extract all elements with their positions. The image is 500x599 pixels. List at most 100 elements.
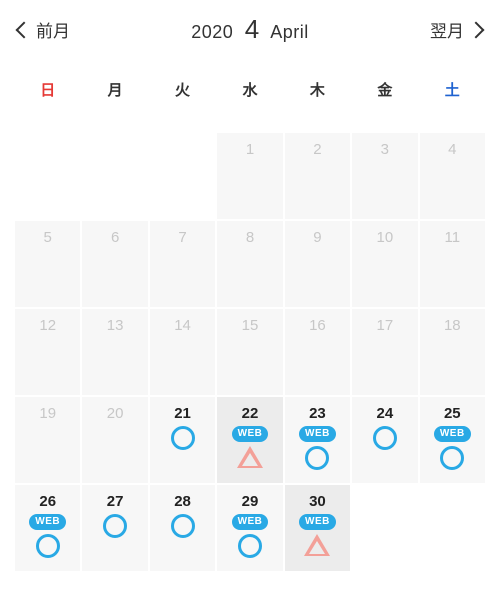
- day-number: 8: [246, 229, 254, 246]
- web-badge: WEB: [434, 426, 471, 442]
- calendar-day: 11: [419, 220, 486, 308]
- next-month-button[interactable]: 翌月: [430, 17, 482, 42]
- calendar-day[interactable]: 27: [81, 484, 148, 572]
- web-badge: WEB: [299, 514, 336, 530]
- month-name: April: [270, 22, 309, 42]
- month-nav: 前月 2020 4 April 翌月: [0, 0, 500, 55]
- calendar-day: 14: [149, 308, 216, 396]
- calendar-day: 7: [149, 220, 216, 308]
- circle-icon: [238, 534, 262, 558]
- month-number: 4: [239, 14, 266, 44]
- calendar-day[interactable]: 25 WEB: [419, 396, 486, 484]
- day-number: 22: [242, 405, 259, 422]
- day-number: 7: [178, 229, 186, 246]
- circle-icon: [171, 514, 195, 538]
- weekday-label: 月: [81, 79, 148, 100]
- circle-icon: [36, 534, 60, 558]
- web-badge: WEB: [232, 426, 269, 442]
- calendar-day: 15: [216, 308, 283, 396]
- triangle-icon: [237, 446, 263, 468]
- next-month-label: 翌月: [430, 17, 464, 42]
- day-number: 13: [107, 317, 124, 334]
- calendar-day: 12: [14, 308, 81, 396]
- calendar-day[interactable]: 22 WEB: [216, 396, 283, 484]
- day-number: 11: [444, 229, 460, 246]
- circle-icon: [373, 426, 397, 450]
- weekday-label: 木: [284, 79, 351, 100]
- day-marks: WEB: [232, 426, 269, 468]
- prev-month-button[interactable]: 前月: [18, 17, 70, 42]
- day-number: 5: [44, 229, 52, 246]
- day-number: 3: [381, 141, 389, 158]
- calendar-day: 2: [284, 132, 351, 220]
- calendar-day[interactable]: 23 WEB: [284, 396, 351, 484]
- day-marks: WEB: [29, 514, 66, 558]
- day-number: 16: [309, 317, 326, 334]
- weekday-label: 水: [216, 79, 283, 100]
- day-number: 29: [242, 493, 259, 510]
- calendar-day: 18: [419, 308, 486, 396]
- calendar-day: [81, 132, 148, 220]
- day-number: 15: [242, 317, 259, 334]
- calendar-day[interactable]: 21: [149, 396, 216, 484]
- calendar-day[interactable]: 24: [351, 396, 418, 484]
- day-number: 18: [444, 317, 461, 334]
- weekday-label: 土: [419, 79, 486, 100]
- circle-icon: [171, 426, 195, 450]
- calendar-day: 17: [351, 308, 418, 396]
- day-number: 12: [39, 317, 56, 334]
- circle-icon: [305, 446, 329, 470]
- weekday-label: 日: [14, 79, 81, 100]
- day-number: 19: [39, 405, 56, 422]
- year-label: 2020: [191, 22, 233, 42]
- calendar-day: [351, 484, 418, 572]
- calendar-day: [149, 132, 216, 220]
- calendar-day: 19: [14, 396, 81, 484]
- day-number: 4: [448, 141, 456, 158]
- weekday-label: 金: [351, 79, 418, 100]
- day-marks: WEB: [434, 426, 471, 470]
- web-badge: WEB: [299, 426, 336, 442]
- day-marks: [171, 514, 195, 538]
- calendar-day[interactable]: 26 WEB: [14, 484, 81, 572]
- chevron-right-icon: [468, 21, 485, 38]
- day-marks: [373, 426, 397, 450]
- day-marks: [171, 426, 195, 450]
- calendar-day: 20: [81, 396, 148, 484]
- calendar-day: 6: [81, 220, 148, 308]
- day-number: 27: [107, 493, 124, 510]
- day-marks: WEB: [299, 426, 336, 470]
- day-number: 24: [377, 405, 394, 422]
- calendar-day: 16: [284, 308, 351, 396]
- calendar-day: 4: [419, 132, 486, 220]
- day-number: 23: [309, 405, 326, 422]
- calendar-day: 13: [81, 308, 148, 396]
- calendar-day[interactable]: 29 WEB: [216, 484, 283, 572]
- prev-month-label: 前月: [36, 17, 70, 42]
- day-number: 6: [111, 229, 119, 246]
- chevron-left-icon: [16, 21, 33, 38]
- day-number: 25: [444, 405, 461, 422]
- circle-icon: [103, 514, 127, 538]
- calendar-day[interactable]: 30 WEB: [284, 484, 351, 572]
- day-number: 26: [39, 493, 56, 510]
- day-number: 28: [174, 493, 191, 510]
- circle-icon: [440, 446, 464, 470]
- calendar-day: 5: [14, 220, 81, 308]
- day-marks: WEB: [299, 514, 336, 556]
- web-badge: WEB: [232, 514, 269, 530]
- web-badge: WEB: [29, 514, 66, 530]
- day-number: 2: [313, 141, 321, 158]
- calendar-grid: 12345678910111213141516171819202122WEB23…: [0, 114, 500, 572]
- day-marks: [103, 514, 127, 538]
- day-number: 1: [246, 141, 254, 158]
- calendar-day[interactable]: 28: [149, 484, 216, 572]
- current-month-display: 2020 4 April: [191, 14, 309, 45]
- calendar-day: 1: [216, 132, 283, 220]
- day-marks: WEB: [232, 514, 269, 558]
- day-number: 9: [313, 229, 321, 246]
- day-number: 21: [174, 405, 191, 422]
- calendar-day: 10: [351, 220, 418, 308]
- day-number: 30: [309, 493, 326, 510]
- calendar-day: [14, 132, 81, 220]
